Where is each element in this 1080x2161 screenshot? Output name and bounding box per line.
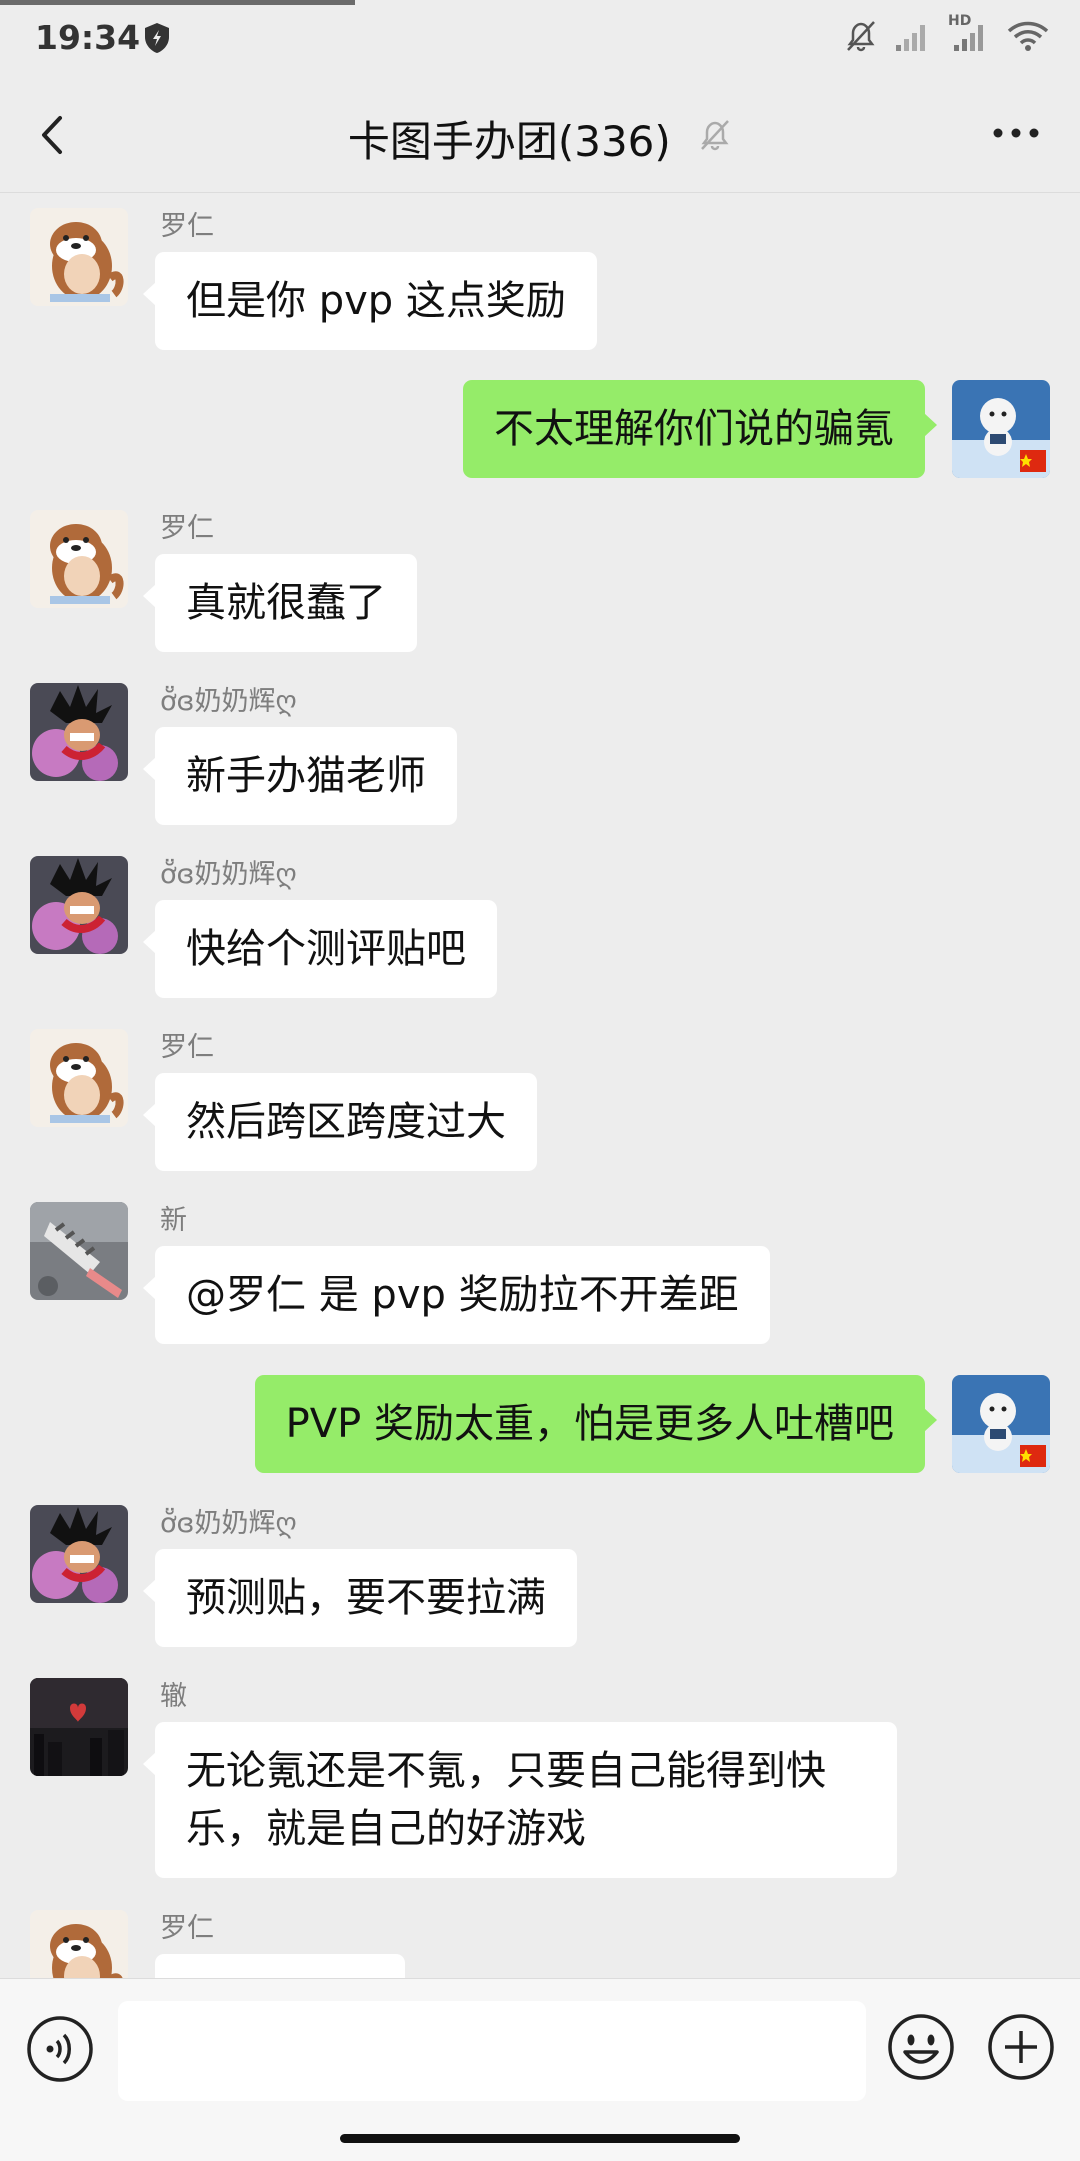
avatar[interactable] <box>30 1505 128 1603</box>
message-bubble[interactable]: PVP 奖励太重，怕是更多人吐槽吧 <box>254 1375 938 1473</box>
sender-name: 辙 <box>160 1681 187 1712</box>
message-bubble[interactable]: @罗仁 是 pvp 奖励拉不开差距 <box>143 1246 770 1344</box>
signal-icon <box>894 19 932 57</box>
status-bar: 19:34 HD <box>0 0 1080 80</box>
more-button[interactable] <box>990 118 1042 148</box>
avatar[interactable] <box>30 1910 128 1978</box>
sender-name: 罗仁 <box>160 211 214 242</box>
message-bubble[interactable]: 新手办猫老师 <box>143 727 457 825</box>
avatar[interactable] <box>952 380 1050 478</box>
bell-muted-icon <box>698 114 732 163</box>
sender-name: ơ̆̈ɞ奶奶辉ღ <box>160 1508 297 1539</box>
voice-button[interactable] <box>26 2015 94 2083</box>
chat-title: 卡图手办团(336) <box>347 117 671 166</box>
message-bubble[interactable]: 预测贴，要不要拉满 <box>143 1549 577 1647</box>
emoji-button[interactable] <box>886 2012 956 2082</box>
status-progress-line <box>0 0 355 5</box>
avatar[interactable] <box>30 1029 128 1127</box>
message-bubble[interactable] <box>155 1954 405 1978</box>
emoji-icon <box>886 2014 956 2086</box>
avatar[interactable] <box>30 683 128 781</box>
network-label: HD <box>948 13 972 29</box>
avatar[interactable] <box>30 1678 128 1776</box>
sender-name: 罗仁 <box>160 1032 214 1063</box>
shield-icon <box>143 22 171 58</box>
message-bubble[interactable]: 不太理解你们说的骗氪 <box>463 380 937 478</box>
message-bubble[interactable]: 然后跨区跨度过大 <box>143 1073 537 1171</box>
message-bubble[interactable]: 快给个测评贴吧 <box>143 900 497 998</box>
message-input[interactable] <box>118 2001 866 2101</box>
sender-name: ơ̆̈ɞ奶奶辉ღ <box>160 859 297 890</box>
sender-name: 新 <box>160 1205 187 1236</box>
chat-header: 卡图手办团(336) <box>0 80 1080 193</box>
more-functions-button[interactable] <box>986 2012 1056 2082</box>
message-bubble[interactable]: 真就很蠢了 <box>143 554 417 652</box>
home-indicator[interactable] <box>340 2134 740 2143</box>
status-time: 19:34 <box>35 18 141 57</box>
sender-name: 罗仁 <box>160 513 214 544</box>
avatar[interactable] <box>30 208 128 306</box>
bell-muted-icon <box>844 18 878 58</box>
message-bubble[interactable]: 但是你 pvp 这点奖励 <box>143 252 597 350</box>
signal-hd-icon: HD <box>948 13 990 57</box>
wifi-icon <box>1006 19 1050 57</box>
sender-name: 罗仁 <box>160 1913 214 1944</box>
plus-icon <box>986 2014 1056 2086</box>
voice-icon <box>26 2016 94 2087</box>
message-bubble[interactable]: 无论氪还是不氪，只要自己能得到快乐，就是自己的好游戏 <box>143 1722 897 1878</box>
avatar[interactable] <box>952 1375 1050 1473</box>
avatar[interactable] <box>30 856 128 954</box>
avatar[interactable] <box>30 1202 128 1300</box>
avatar[interactable] <box>30 510 128 608</box>
chat-title-group: 卡图手办团(336) <box>0 108 1080 169</box>
input-bar <box>0 1978 1080 2161</box>
sender-name: ơ̆̈ɞ奶奶辉ღ <box>160 686 297 717</box>
chat-message-list[interactable]: 罗仁 但是你 pvp 这点奖励 不太理解你们说的骗氪 罗仁 真就很蠢了 ơ̆̈ɞ… <box>0 192 1080 1978</box>
more-icon <box>990 128 1042 152</box>
